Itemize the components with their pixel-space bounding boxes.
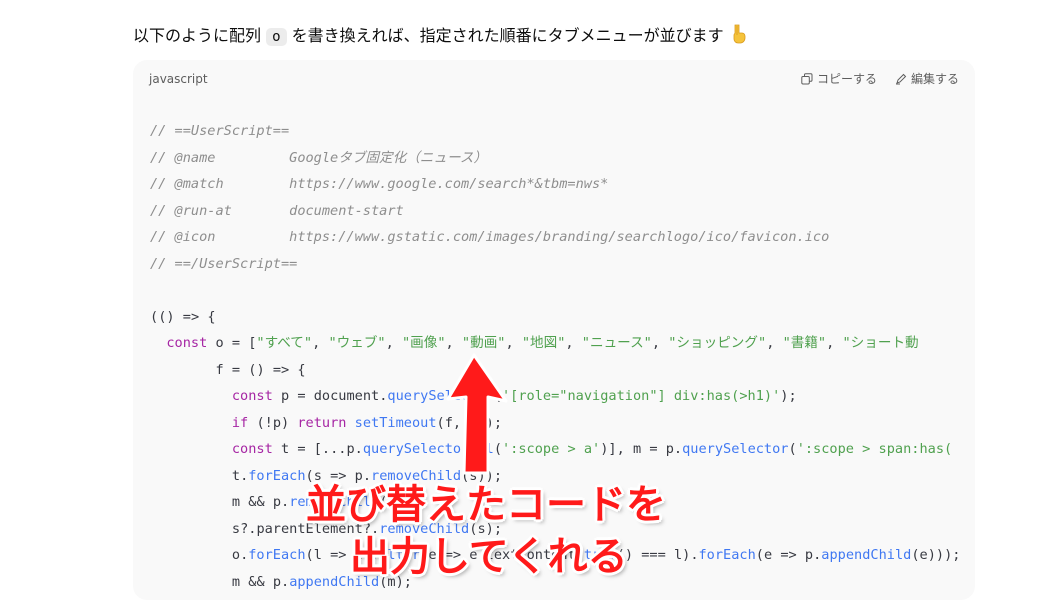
red-arrow-icon [446,353,508,475]
code-line: // ==UserScript== [150,123,290,139]
copy-icon [801,72,813,84]
code-line: // ==/UserScript== [150,255,298,272]
code-line: // @icon https://www.gstatic.com/images/… [150,229,830,245]
code-language-label: javascript [149,72,208,86]
intro-text-after: を書き換えれば、指定された順番にタブメニューが並びます [286,26,724,45]
code-line: // @run-at document-start [150,202,404,219]
code-block-header: javascript コピーする 編集する [133,60,975,98]
intro-paragraph: 以下のように配列 o を書き換えれば、指定された順番にタブメニューが並びます [133,22,749,51]
copy-button[interactable]: コピーする [801,70,877,87]
copy-label: コピーする [816,72,877,86]
pointing-down-emoji-icon [733,24,746,44]
code-line: const t = [...p.querySelectorAll(':scope… [231,441,953,457]
edit-label: 編集する [910,72,959,86]
annotation-line-2: 出力してくれる [350,534,628,580]
code-line: const o = ["すべて", "ウェブ", "画像", "動画", "地図… [166,335,919,351]
code-line: // @match https://www.google.com/search*… [150,176,609,192]
intro-text-before: 以下のように配列 [133,26,267,45]
code-line: (() => { [150,308,216,325]
edit-icon [895,73,907,84]
code-line: f = () => { [215,361,306,378]
code-line: if (!p) return setTimeout(f, 10); [231,414,503,431]
code-line: // @name Googleタブ固定化（ニュース） [150,149,488,166]
inline-code: o [266,28,287,46]
code-line: const p = document.querySelector('[role=… [231,388,797,404]
edit-button[interactable]: 編集する [895,70,959,87]
annotation-line-1: 並び替えたコードを [306,482,666,528]
